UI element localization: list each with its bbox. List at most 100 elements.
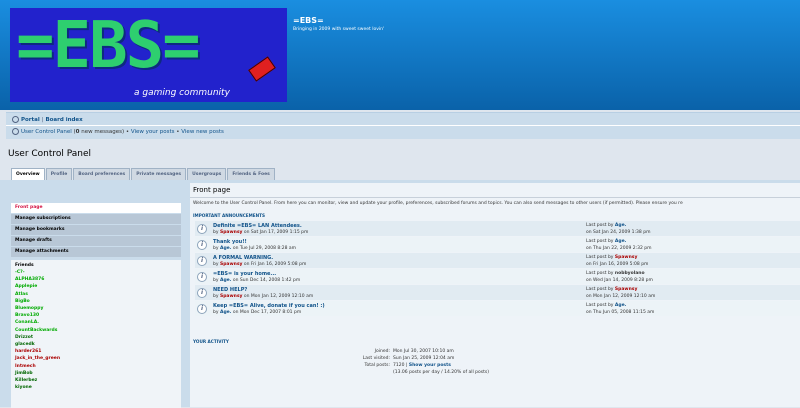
last-post-author-link[interactable]: Spawnsy [615, 255, 637, 260]
topic-meta: by Age. on Mon Dec 17, 2007 8:01 pm [213, 310, 301, 315]
topic-title-link[interactable]: Thank you!! [213, 239, 247, 245]
breadcrumb-separator: | [41, 117, 44, 123]
tab-friends-foes[interactable]: Friends & Foes [227, 168, 275, 180]
show-posts-link[interactable]: Show your posts [409, 363, 451, 368]
last-visited-label: Last visited: [362, 356, 390, 361]
user-links: User Control Panel (0 new messages) • Vi… [12, 128, 224, 135]
page-title: User Control Panel [8, 149, 92, 159]
sidebar: Front page Manage subscriptions Manage b… [11, 203, 181, 408]
friend-link[interactable]: JimBob [15, 370, 177, 377]
friend-link[interactable]: harder261 [15, 348, 177, 355]
friend-link[interactable]: kiyone [15, 384, 177, 391]
last-post-date: on Wed Jan 14, 2009 8:28 pm [586, 278, 653, 283]
last-post-line: Last post by Spawnsy [586, 287, 637, 292]
last-post-author-link[interactable]: Age. [615, 303, 626, 308]
tab-overview[interactable]: Overview [11, 168, 45, 180]
topic-title-link[interactable]: NEED HELP? [213, 287, 247, 293]
site-logo[interactable]: =EBS= a gaming community [10, 8, 287, 102]
friends-list: Friends -C?- ALPHA3876 Applepie Atlas BigBo B… [11, 260, 181, 408]
topic-row: i =EBS= is your home... by Age. on Sun Dec… [195, 269, 800, 284]
topic-row: i Definite =EBS= LAN Attendees. by Spawnsy… [195, 221, 800, 236]
topic-author-link[interactable]: Age. [220, 246, 231, 251]
portal-link[interactable]: Portal [21, 117, 40, 123]
main-title: Front page [193, 186, 231, 194]
topic-by-label: by [213, 310, 219, 315]
topic-date: on Sat Jan 17, 2009 1:15 pm [243, 230, 309, 235]
tab-usergroups[interactable]: Usergroups [187, 168, 227, 180]
view-new-posts-link[interactable]: View new posts [181, 129, 224, 135]
topic-row: i A FORMAL WARNING. by Spawnsy on Fri Jan … [195, 253, 800, 268]
friend-link[interactable]: Jack_in_the_green [15, 355, 177, 362]
topic-date: on Sun Dec 14, 2008 1:42 pm [232, 278, 301, 283]
last-post-author-link[interactable]: Age. [615, 239, 626, 244]
welcome-text: Welcome to the User Control Panel. From … [193, 201, 683, 206]
topic-date: on Tue Jul 29, 2008 8:28 am [232, 246, 297, 251]
main-content: Front page Welcome to the User Control P… [190, 183, 800, 407]
last-post-date: on Thu Jun 05, 2008 11:15 am [586, 310, 655, 315]
main-divider [190, 197, 800, 198]
announcement-icon: i [197, 224, 207, 234]
topic-title-link[interactable]: A FORMAL WARNING. [213, 255, 273, 261]
topic-author-link[interactable]: Spawnsy [220, 230, 242, 235]
friend-link[interactable]: Drizzot [15, 334, 177, 341]
announcement-icon: i [197, 304, 207, 314]
topic-title-link[interactable]: Definite =EBS= LAN Attendees. [213, 223, 302, 229]
announcement-icon: i [197, 288, 207, 298]
friend-link[interactable]: Bluemoppy [15, 305, 177, 312]
friend-link[interactable]: ConanLA. [15, 319, 177, 326]
topic-by-label: by [213, 294, 219, 299]
sidebar-item-bookmarks[interactable]: Manage bookmarks [11, 225, 181, 235]
friend-link[interactable]: CountBackwards [15, 327, 177, 334]
tab-profile[interactable]: Profile [45, 168, 73, 180]
topic-title-link[interactable]: Keep =EBS= Alive, donate if you can! :) [213, 303, 325, 309]
nav-divider [6, 125, 800, 126]
site-title: =EBS= [293, 16, 324, 25]
friend-link[interactable]: Intmech [15, 363, 177, 370]
sidebar-item-front-page[interactable]: Front page [11, 203, 181, 213]
topic-meta: by Age. on Sun Dec 14, 2008 1:42 pm [213, 278, 300, 283]
tab-private-messages[interactable]: Private messages [131, 168, 187, 180]
topic-author-link[interactable]: Age. [220, 310, 231, 315]
friend-link[interactable]: -C?- [15, 269, 177, 276]
friend-link[interactable]: BigBo [15, 298, 177, 305]
new-messages-label: new messages) [79, 129, 125, 135]
sidebar-item-drafts[interactable]: Manage drafts [11, 236, 181, 246]
sidebar-item-attachments[interactable]: Manage attachments [11, 247, 181, 257]
topic-author-link[interactable]: Spawnsy [220, 262, 242, 267]
topic-by-label: by [213, 246, 219, 251]
view-posts-link[interactable]: View your posts [131, 129, 175, 135]
joined-label: Joined: [374, 349, 390, 354]
friend-link[interactable]: Bravo130 [15, 312, 177, 319]
friend-link[interactable]: Atlas [15, 291, 177, 298]
user-icon [12, 128, 19, 135]
last-post-line: Last post by nobbyolano [586, 271, 645, 276]
announcement-icon: i [197, 240, 207, 250]
topic-author-link[interactable]: Age. [220, 278, 231, 283]
announcement-list: i Definite =EBS= LAN Attendees. by Spawnsy… [195, 221, 800, 317]
topic-date: on Mon Jan 12, 2009 12:10 am [243, 294, 314, 299]
tab-board-preferences[interactable]: Board preferences [73, 168, 131, 180]
sidebar-item-subscriptions[interactable]: Manage subscriptions [11, 214, 181, 224]
friend-link[interactable]: ALPHA3876 [15, 276, 177, 283]
last-post-label: Last post by [586, 255, 614, 260]
topic-author-link[interactable]: Spawnsy [220, 294, 242, 299]
last-post-author-link[interactable]: Age. [615, 223, 626, 228]
last-post-author-link[interactable]: Spawnsy [615, 287, 637, 292]
last-post-author-link[interactable]: nobbyolano [615, 271, 645, 276]
last-post-label: Last post by [586, 287, 614, 292]
tab-bar: Overview Profile Board preferences Private … [11, 168, 276, 180]
last-post-label: Last post by [586, 239, 614, 244]
navbar: Portal | Board index User Control Panel … [6, 112, 800, 139]
ucp-link[interactable]: User Control Panel [21, 129, 72, 135]
last-post-date: on Sat Jan 24, 2009 1:38 pm [586, 230, 651, 235]
friend-link[interactable]: glacedk [15, 341, 177, 348]
topic-row: i NEED HELP? by Spawnsy on Mon Jan 12, 200… [195, 285, 800, 300]
friend-link[interactable]: Killerbez [15, 377, 177, 384]
board-index-link[interactable]: Board index [45, 117, 82, 123]
joined-value: Mon Jul 30, 2007 10:10 am [393, 349, 454, 354]
last-post-date: on Fri Jan 16, 2009 5:08 pm [586, 262, 649, 267]
topic-title-link[interactable]: =EBS= is your home... [213, 271, 276, 277]
topic-meta: by Age. on Tue Jul 29, 2008 8:28 am [213, 246, 296, 251]
friend-link[interactable]: Applepie [15, 283, 177, 290]
friends-title: Friends [15, 263, 34, 268]
